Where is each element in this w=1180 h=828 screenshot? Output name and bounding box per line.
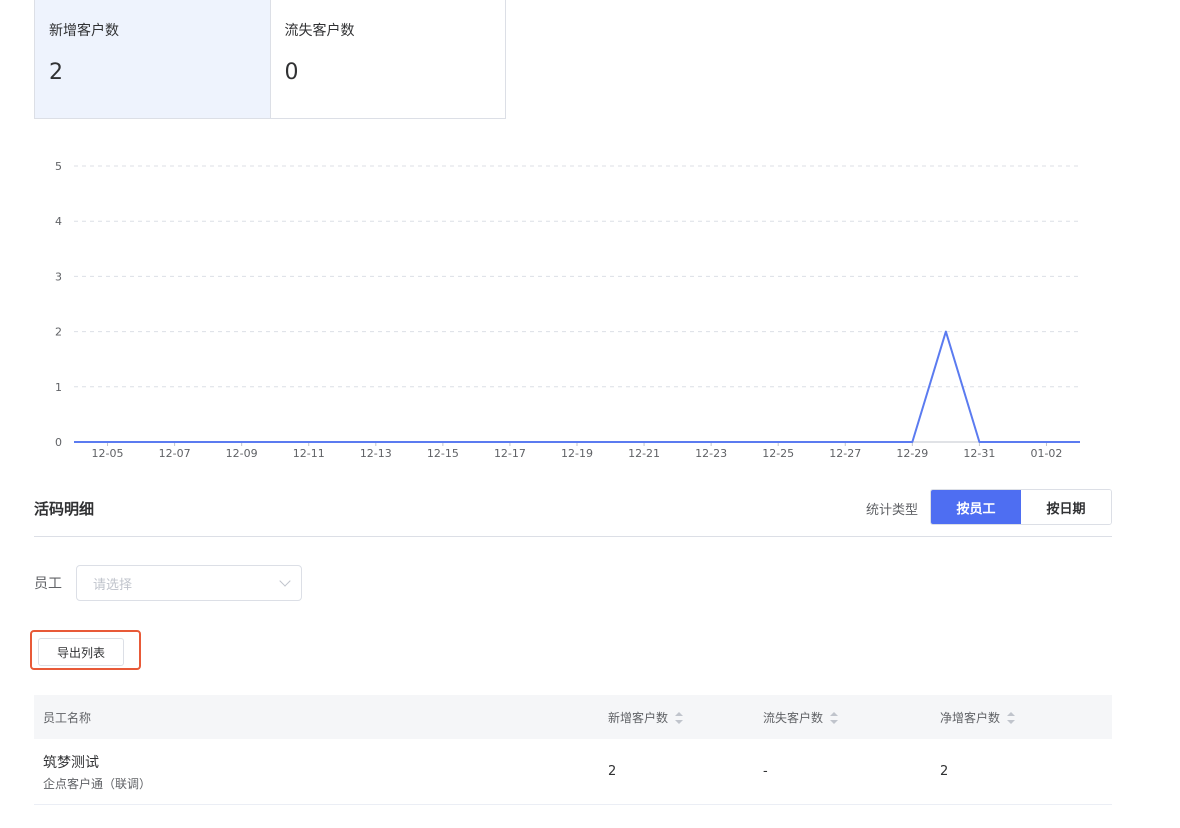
employee-select[interactable]: 请选择 [76, 565, 302, 601]
x-tick-label: 01-02 [1030, 447, 1062, 460]
by-date-button[interactable]: 按日期 [1021, 490, 1111, 524]
x-tick-label: 12-27 [829, 447, 861, 460]
employee-org: 企点客户通（联调） [43, 776, 152, 791]
y-tick-label: 4 [55, 215, 62, 228]
sort-icon[interactable] [829, 712, 839, 724]
stat-label-lost: 流失客户数 [284, 23, 355, 39]
col-employee-name: 员工名称 [34, 709, 608, 726]
x-tick-label: 12-05 [92, 447, 124, 460]
y-tick-label: 3 [55, 270, 62, 283]
table-row: 筑梦测试 企点客户通（联调） 2 - 2 [34, 739, 1112, 805]
y-tick-label: 2 [55, 326, 62, 339]
line-chart-svg: 0 1 2 3 4 5 12-05 12-07 12-09 12-11 12-13 12-15 12-1… [55, 160, 1080, 460]
cell-lost: - [763, 764, 768, 779]
export-list-button[interactable]: 导出列表 [38, 638, 124, 666]
stat-card-lost[interactable]: 流失客户数 0 [271, 0, 506, 118]
x-tick-label: 12-15 [427, 447, 459, 460]
stat-card-new[interactable]: 新增客户数 2 [35, 0, 271, 118]
employee-filter: 员工 请选择 [34, 565, 302, 601]
x-tick-label: 12-25 [762, 447, 794, 460]
x-tick-label: 12-11 [293, 447, 325, 460]
series-line [74, 330, 1080, 443]
detail-table: 员工名称 新增客户数 流失客户数 净增客户数 筑梦测试 企点客户通（联调） 2 … [34, 695, 1112, 805]
x-tick-label: 12-19 [561, 447, 593, 460]
cell-employee: 筑梦测试 企点客户通（联调） [34, 752, 608, 792]
y-tick-label: 5 [55, 160, 62, 173]
stat-label-new: 新增客户数 [49, 23, 119, 39]
x-tick-label: 12-31 [963, 447, 995, 460]
stat-type-label: 统计类型 [865, 503, 918, 518]
col-lost-label: 流失客户数 [763, 710, 824, 725]
cell-new: 2 [608, 764, 617, 779]
x-tick-label: 12-07 [159, 447, 191, 460]
x-tick-label: 12-23 [695, 447, 727, 460]
stat-value-new: 2 [49, 60, 63, 85]
x-tick-label: 12-09 [226, 447, 258, 460]
cell-net: 2 [940, 764, 949, 779]
y-tick-label: 0 [55, 436, 62, 449]
sort-icon[interactable] [1006, 712, 1016, 724]
x-tick-label: 12-13 [360, 447, 392, 460]
stat-type-toggle: 按员工 按日期 [930, 489, 1112, 525]
detail-header: 活码明细 统计类型 按员工 按日期 [34, 486, 1112, 537]
by-employee-button[interactable]: 按员工 [931, 490, 1021, 524]
detail-title: 活码明细 [34, 500, 95, 518]
employee-filter-label: 员工 [34, 576, 62, 592]
x-tick-label: 12-29 [896, 447, 928, 460]
stat-value-lost: 0 [284, 60, 299, 85]
chevron-down-icon [279, 574, 291, 587]
table-header: 员工名称 新增客户数 流失客户数 净增客户数 [34, 695, 1112, 739]
stat-cards: 新增客户数 2 流失客户数 0 [34, 0, 506, 119]
col-new[interactable]: 新增客户数 [608, 709, 763, 726]
col-net-label: 净增客户数 [940, 710, 1001, 725]
col-employee-name-label: 员工名称 [43, 710, 92, 725]
col-net[interactable]: 净增客户数 [940, 709, 1112, 726]
employee-select-placeholder: 请选择 [93, 577, 133, 593]
employee-name: 筑梦测试 [43, 754, 99, 771]
x-tick-label: 12-21 [628, 447, 660, 460]
sort-icon[interactable] [674, 712, 684, 724]
y-tick-label: 1 [55, 381, 62, 394]
x-tick-label: 12-17 [494, 447, 526, 460]
col-new-label: 新增客户数 [608, 710, 669, 725]
col-lost[interactable]: 流失客户数 [763, 709, 940, 726]
line-chart: 0 1 2 3 4 5 12-05 12-07 12-09 12-11 12-13 12-15 12-1… [50, 150, 1090, 470]
